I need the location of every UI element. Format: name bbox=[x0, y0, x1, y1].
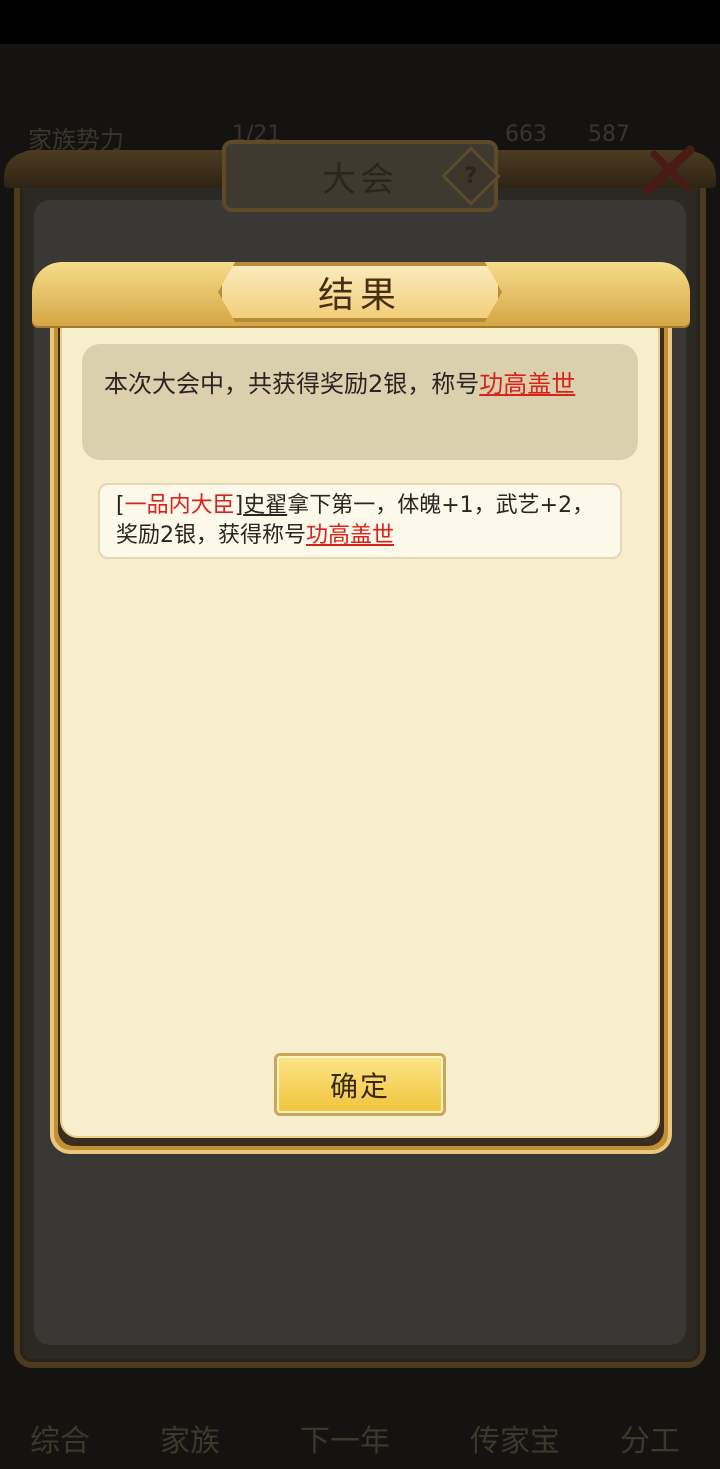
summary-title-link[interactable]: 功高盖世 bbox=[479, 370, 575, 398]
log-person-link[interactable]: 史翟 bbox=[243, 493, 287, 518]
result-summary: 本次大会中，共获得奖励2银，称号功高盖世 bbox=[82, 344, 638, 460]
nav-item-family[interactable]: 家族 bbox=[160, 1416, 220, 1460]
log-bracket-close: ] bbox=[234, 493, 244, 518]
close-icon[interactable] bbox=[640, 140, 700, 200]
nav-item-heirloom[interactable]: 传家宝 bbox=[470, 1416, 560, 1460]
log-award-title-link[interactable]: 功高盖世 bbox=[306, 523, 394, 548]
stat-value-a: 663 bbox=[505, 122, 547, 147]
confirm-button[interactable]: 确定 bbox=[274, 1053, 446, 1116]
nav-item-general[interactable]: 综合 bbox=[30, 1416, 90, 1460]
log-bracket-open: [ bbox=[116, 493, 125, 518]
nav-item-next-year[interactable]: 下一年 bbox=[300, 1416, 390, 1460]
result-title-plate: 结果 bbox=[218, 262, 502, 322]
result-title: 结果 bbox=[317, 275, 402, 316]
log-rank: 一品内大臣 bbox=[124, 493, 235, 518]
result-log-entry: [一品内大臣]史翟拿下第一，体魄+1，武艺+2，奖励2银，获得称号功高盖世 bbox=[98, 483, 622, 559]
nav-item-division[interactable]: 分工 bbox=[620, 1416, 680, 1460]
bottom-nav: 综合 家族 下一年 传家宝 分工 bbox=[0, 1410, 720, 1469]
summary-text: 本次大会中，共获得奖励2银，称号 bbox=[104, 370, 480, 398]
status-bar bbox=[0, 0, 720, 44]
assembly-title: 大会 bbox=[322, 159, 398, 200]
stat-value-b: 587 bbox=[588, 122, 630, 147]
